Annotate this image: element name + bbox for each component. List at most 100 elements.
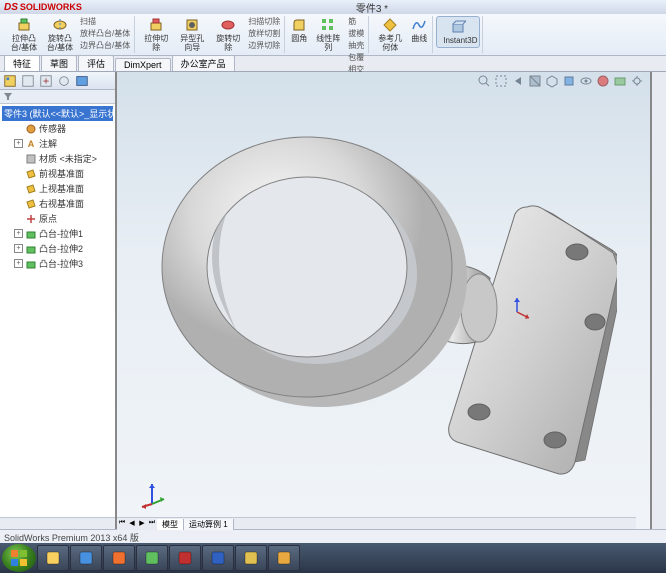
sensor-icon (25, 123, 37, 135)
command-tab-3[interactable]: DimXpert (115, 58, 171, 71)
sidebar-scrollbar-h[interactable] (0, 517, 115, 529)
ribbon-sub-item[interactable]: 拔模 (348, 28, 364, 39)
ribbon-sub-item[interactable]: 包覆 (348, 52, 364, 63)
tree-item-label: 凸台-拉伸2 (39, 242, 83, 255)
view-settings-icon[interactable] (630, 74, 644, 88)
tree-item[interactable]: 右视基准面 (2, 196, 113, 211)
taskbar-ie-button[interactable] (70, 545, 102, 571)
edit-appearance-icon[interactable] (596, 74, 610, 88)
windows-logo-icon (10, 549, 28, 567)
refgeo-icon (382, 17, 398, 33)
curves-button[interactable]: 曲线 (408, 16, 430, 44)
taskbar-solidworks-button[interactable] (169, 545, 201, 571)
feature-icon (25, 258, 37, 270)
boss-revolve-button[interactable]: 旋转凸台/基体 (42, 16, 78, 53)
display-tab-icon[interactable] (75, 74, 89, 88)
sheet-tab[interactable]: 运动算例 1 (184, 519, 234, 530)
ribbon-sub-item[interactable]: 筋 (348, 16, 364, 27)
viewport-3d[interactable]: ⏮ ◀ ▶ ⏭ 模型运动算例 1 (117, 72, 652, 529)
start-button[interactable] (2, 544, 36, 572)
tree-item[interactable]: 前视基准面 (2, 166, 113, 181)
hide-show-icon[interactable] (579, 74, 593, 88)
tree-expand-icon[interactable]: + (14, 259, 23, 268)
instant3d-icon (450, 19, 466, 35)
viewport-scrollbar-v[interactable] (652, 72, 666, 529)
ribbon-toolbar: 拉伸凸台/基体旋转凸台/基体扫描放样凸台/基体边界凸台/基体拉伸切除异型孔向导旋… (0, 14, 666, 56)
previous-view-icon[interactable] (511, 74, 525, 88)
ribbon-sub-item[interactable]: 放样凸台/基体 (80, 28, 130, 39)
ribbon-sub-item[interactable]: 边界切除 (248, 40, 280, 51)
taskbar-explorer-button[interactable] (37, 545, 69, 571)
feature-icon (25, 228, 37, 240)
tree-item[interactable]: 上视基准面 (2, 181, 113, 196)
ribbon-label: 旋转凸台/基体 (45, 34, 75, 52)
boss-extrude-button[interactable]: 拉伸凸台/基体 (6, 16, 42, 53)
taskbar-word-button[interactable] (202, 545, 234, 571)
tree-root-label: 零件3 (默认<<默认>_显示状态 (4, 107, 115, 120)
sheet-nav-first[interactable]: ⏮ (117, 519, 127, 529)
plane-icon (25, 198, 37, 210)
tree-item[interactable]: + 凸台-拉伸2 (2, 241, 113, 256)
tree-item[interactable]: + 凸台-拉伸3 (2, 256, 113, 271)
taskbar-firefox-button[interactable] (103, 545, 135, 571)
hole-wizard-button[interactable]: 异型孔向导 (174, 16, 210, 53)
ribbon-sub-item[interactable]: 抽壳 (348, 40, 364, 51)
ribbon-label: 异型孔向导 (177, 34, 207, 52)
tree-item[interactable]: +A注解 (2, 136, 113, 151)
app-green-icon (143, 549, 161, 567)
command-tab-1[interactable]: 草图 (41, 55, 77, 71)
instant3d-button[interactable]: Instant3D (436, 16, 480, 48)
zoom-area-icon[interactable] (494, 74, 508, 88)
sheet-tab[interactable]: 模型 (157, 519, 184, 530)
explorer-icon (44, 549, 62, 567)
tree-item-label: 凸台-拉伸3 (39, 257, 83, 270)
tree-item-label: 凸台-拉伸1 (39, 227, 83, 240)
solidworks-icon (176, 549, 194, 567)
ribbon-sub-item[interactable]: 扫描切除 (248, 16, 280, 27)
view-orientation-icon[interactable] (545, 74, 559, 88)
tree-filter-icon[interactable] (2, 90, 14, 102)
tree-expand-icon[interactable]: + (14, 139, 23, 148)
ribbon-label: 拉伸切除 (141, 34, 171, 52)
feature-tree-tab-icon[interactable] (3, 74, 17, 88)
sheet-nav-next[interactable]: ▶ (137, 519, 147, 529)
tree-root[interactable]: 零件3 (默认<<默认>_显示状态 (2, 106, 113, 121)
tree-item-label: 材质 <未指定> (39, 152, 97, 165)
tree-item[interactable]: 原点 (2, 211, 113, 226)
tree-expand-icon[interactable]: + (14, 229, 23, 238)
linear-pattern-button[interactable]: 线性阵列 (310, 16, 346, 53)
property-tab-icon[interactable] (21, 74, 35, 88)
ribbon-sub-item[interactable]: 边界凸台/基体 (80, 40, 130, 51)
command-tab-4[interactable]: 办公室产品 (172, 55, 235, 71)
command-tab-0[interactable]: 特征 (4, 55, 40, 71)
plane-icon (25, 183, 37, 195)
title-bar: DS SOLIDWORKS 零件3 * (0, 0, 666, 14)
tree-expand-icon[interactable]: + (14, 244, 23, 253)
reference-geometry-button[interactable]: 参考几何体 (372, 16, 408, 53)
tree-item[interactable]: + 凸台-拉伸1 (2, 226, 113, 241)
feature-manager-panel: 零件3 (默认<<默认>_显示状态传感器+A注解材质 <未指定>前视基准面上视基… (0, 72, 117, 529)
ribbon-group: 拉伸切除异型孔向导旋转切除扫描切除放样切割边界切除 (136, 16, 285, 53)
sheet-nav-last[interactable]: ⏭ (147, 519, 157, 529)
config-tab-icon[interactable] (39, 74, 53, 88)
display-style-icon[interactable] (562, 74, 576, 88)
section-view-icon[interactable] (528, 74, 542, 88)
dim-tab-icon[interactable] (57, 74, 71, 88)
command-tab-2[interactable]: 评估 (78, 55, 114, 71)
ribbon-label: 拉伸凸台/基体 (9, 34, 39, 52)
taskbar-app-green-button[interactable] (136, 545, 168, 571)
cut-extrude-button[interactable]: 拉伸切除 (138, 16, 174, 53)
firefox-icon (110, 549, 128, 567)
app-other-icon (242, 549, 260, 567)
taskbar-app-other-button[interactable] (235, 545, 267, 571)
tree-item[interactable]: 材质 <未指定> (2, 151, 113, 166)
taskbar-app-folder-button[interactable] (268, 545, 300, 571)
fillet-button[interactable]: 圆角 (288, 16, 310, 44)
ribbon-sub-item[interactable]: 放样切割 (248, 28, 280, 39)
zoom-fit-icon[interactable] (477, 74, 491, 88)
tree-item[interactable]: 传感器 (2, 121, 113, 136)
apply-scene-icon[interactable] (613, 74, 627, 88)
sheet-nav-prev[interactable]: ◀ (127, 519, 137, 529)
ribbon-sub-item[interactable]: 扫描 (80, 16, 130, 27)
cut-revolve-button[interactable]: 旋转切除 (210, 16, 246, 53)
